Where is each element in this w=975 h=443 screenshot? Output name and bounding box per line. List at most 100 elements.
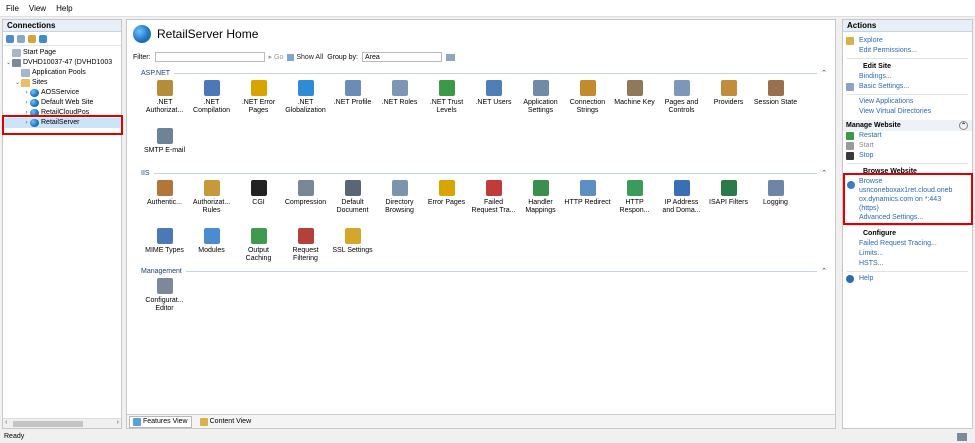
feature-item[interactable]: Logging <box>752 178 799 226</box>
stop-link[interactable]: Stop <box>843 151 972 161</box>
basic-settings-icon <box>846 83 854 91</box>
hsts-link[interactable]: HSTS... <box>843 259 972 269</box>
save-icon[interactable] <box>17 34 25 43</box>
feature-item[interactable]: HTTP Redirect <box>564 178 611 226</box>
feature-item[interactable]: HTTP Respon... <box>611 178 658 226</box>
view-applications-link[interactable]: View Applications <box>843 97 972 107</box>
feature-item[interactable]: Error Pages <box>423 178 470 226</box>
feature-item[interactable]: SMTP E-mail <box>141 126 188 174</box>
explore-link[interactable]: Explore <box>843 36 972 46</box>
collapse-icon[interactable]: ⌃ <box>821 267 827 275</box>
feature-icon <box>344 228 361 244</box>
help-link[interactable]: Help <box>843 274 972 284</box>
feature-row: SMTP E-mail <box>141 126 827 174</box>
collapse-icon[interactable]: ⌃ <box>959 121 968 130</box>
feature-label: .NET Compilation <box>193 99 230 114</box>
collapse-icon[interactable]: ⌃ <box>821 69 827 77</box>
tree-item[interactable]: › Default Web Site <box>3 98 121 108</box>
feature-icon <box>297 228 314 244</box>
feature-item[interactable]: Authentic... <box>141 178 188 226</box>
feature-label: .NET Profile <box>333 99 372 106</box>
section-header[interactable]: ASP.NET ⌃ <box>141 68 827 78</box>
feature-label: Directory Browsing <box>385 199 414 214</box>
expand-chevron-icon[interactable]: ⌄ <box>14 78 21 88</box>
feature-item[interactable]: Connection Strings <box>564 78 611 126</box>
feature-item[interactable]: Session State <box>752 78 799 126</box>
section-rule <box>185 270 818 272</box>
feature-item[interactable]: Providers <box>705 78 752 126</box>
feature-item[interactable]: Configurat... Editor <box>141 276 188 324</box>
feature-item[interactable]: Directory Browsing <box>376 178 423 226</box>
basic-settings-link[interactable]: Basic Settings... <box>843 82 972 92</box>
feature-icon <box>438 180 455 196</box>
tree-item[interactable]: › AOSService <box>3 88 121 98</box>
feature-item[interactable]: .NET Users <box>470 78 517 126</box>
start-link[interactable]: Start <box>843 141 972 151</box>
feature-item[interactable]: Application Settings <box>517 78 564 126</box>
expand-chevron-icon[interactable]: › <box>23 108 30 118</box>
expand-chevron-icon[interactable]: ⌄ <box>5 58 12 68</box>
connect-icon[interactable] <box>6 34 14 43</box>
refresh-icon[interactable] <box>39 34 47 43</box>
browse-https-link[interactable]: Browse usnconeboxax1ret.cloud.oneb ox.dy… <box>843 177 972 213</box>
feature-item[interactable]: Authorizat... Rules <box>188 178 235 226</box>
go-button[interactable]: ▸ Go <box>269 53 284 62</box>
view-mode-icon[interactable] <box>445 53 455 61</box>
failed-request-tracing-link[interactable]: Failed Request Tracing... <box>843 239 972 249</box>
feature-item[interactable]: CGI <box>235 178 282 226</box>
feature-item[interactable]: Default Document <box>329 178 376 226</box>
view-virtual-directories-link[interactable]: View Virtual Directories <box>843 107 972 117</box>
expand-chevron-icon[interactable]: › <box>23 118 30 128</box>
feature-row: .NET Authorizat... .NET Compilation .NET E… <box>141 78 827 126</box>
feature-item[interactable]: Machine Key <box>611 78 658 126</box>
tree-item[interactable]: ⌄ DVHD10037-47 (DVHD1003 <box>3 58 121 68</box>
feature-item[interactable]: Failed Request Tra... <box>470 178 517 226</box>
feature-item[interactable]: .NET Authorizat... <box>141 78 188 126</box>
tree-item[interactable]: › RetailCloudPos <box>3 108 121 118</box>
scroll-left-icon[interactable]: ‹ <box>5 419 7 426</box>
feature-item[interactable]: .NET Globalization <box>282 78 329 126</box>
menu-help[interactable]: Help <box>56 4 72 13</box>
feature-icon <box>156 228 173 244</box>
feature-item[interactable]: ISAPI Filters <box>705 178 752 226</box>
section-header[interactable]: Management ⌃ <box>141 266 827 276</box>
show-all-button[interactable]: Show All <box>287 53 323 61</box>
server-icon <box>12 59 21 67</box>
group-by-select[interactable]: Area <box>361 52 442 62</box>
bindings-link[interactable]: Bindings... <box>843 72 972 82</box>
section-header[interactable]: IIS ⌃ <box>141 168 827 178</box>
feature-item[interactable]: .NET Profile <box>329 78 376 126</box>
feature-item[interactable]: Compression <box>282 178 329 226</box>
advanced-settings-link[interactable]: Advanced Settings... <box>843 213 972 223</box>
up-icon[interactable] <box>28 34 36 43</box>
scroll-right-icon[interactable]: › <box>117 419 119 426</box>
tree-item[interactable]: › RetailServer <box>3 118 121 128</box>
menu-view[interactable]: View <box>29 4 46 13</box>
tree-item[interactable]: Application Pools <box>3 68 121 78</box>
filter-input[interactable] <box>154 52 265 62</box>
feature-item[interactable]: .NET Compilation <box>188 78 235 126</box>
feature-item[interactable]: Handler Mappings <box>517 178 564 226</box>
tab-content-view[interactable]: Content View <box>196 416 256 428</box>
tab-features-view[interactable]: Features View <box>129 415 192 428</box>
manage-website-heading[interactable]: Manage Website ⌃ <box>843 120 972 131</box>
tree-item[interactable]: Start Page <box>3 48 121 58</box>
feature-item[interactable]: .NET Roles <box>376 78 423 126</box>
expand-chevron-icon[interactable]: › <box>23 88 30 98</box>
feature-item[interactable]: .NET Error Pages <box>235 78 282 126</box>
feature-item[interactable]: .NET Trust Levels <box>423 78 470 126</box>
feature-item[interactable]: Pages and Controls <box>658 78 705 126</box>
menu-file[interactable]: File <box>6 4 19 13</box>
expand-chevron-icon[interactable]: › <box>23 98 30 108</box>
tree-item[interactable]: ⌄ Sites <box>3 78 121 88</box>
network-status-icon <box>957 433 967 441</box>
feature-item[interactable]: IP Address and Doma... <box>658 178 705 226</box>
connections-hscrollbar[interactable]: ‹ › <box>3 418 121 428</box>
edit-permissions-link[interactable]: Edit Permissions... <box>843 46 972 56</box>
limits-link[interactable]: Limits... <box>843 249 972 259</box>
sites-folder-icon <box>21 79 30 87</box>
feature-label: Error Pages <box>427 199 466 206</box>
restart-link[interactable]: Restart <box>843 131 972 141</box>
scroll-thumb[interactable] <box>13 421 83 427</box>
collapse-icon[interactable]: ⌃ <box>821 169 827 177</box>
